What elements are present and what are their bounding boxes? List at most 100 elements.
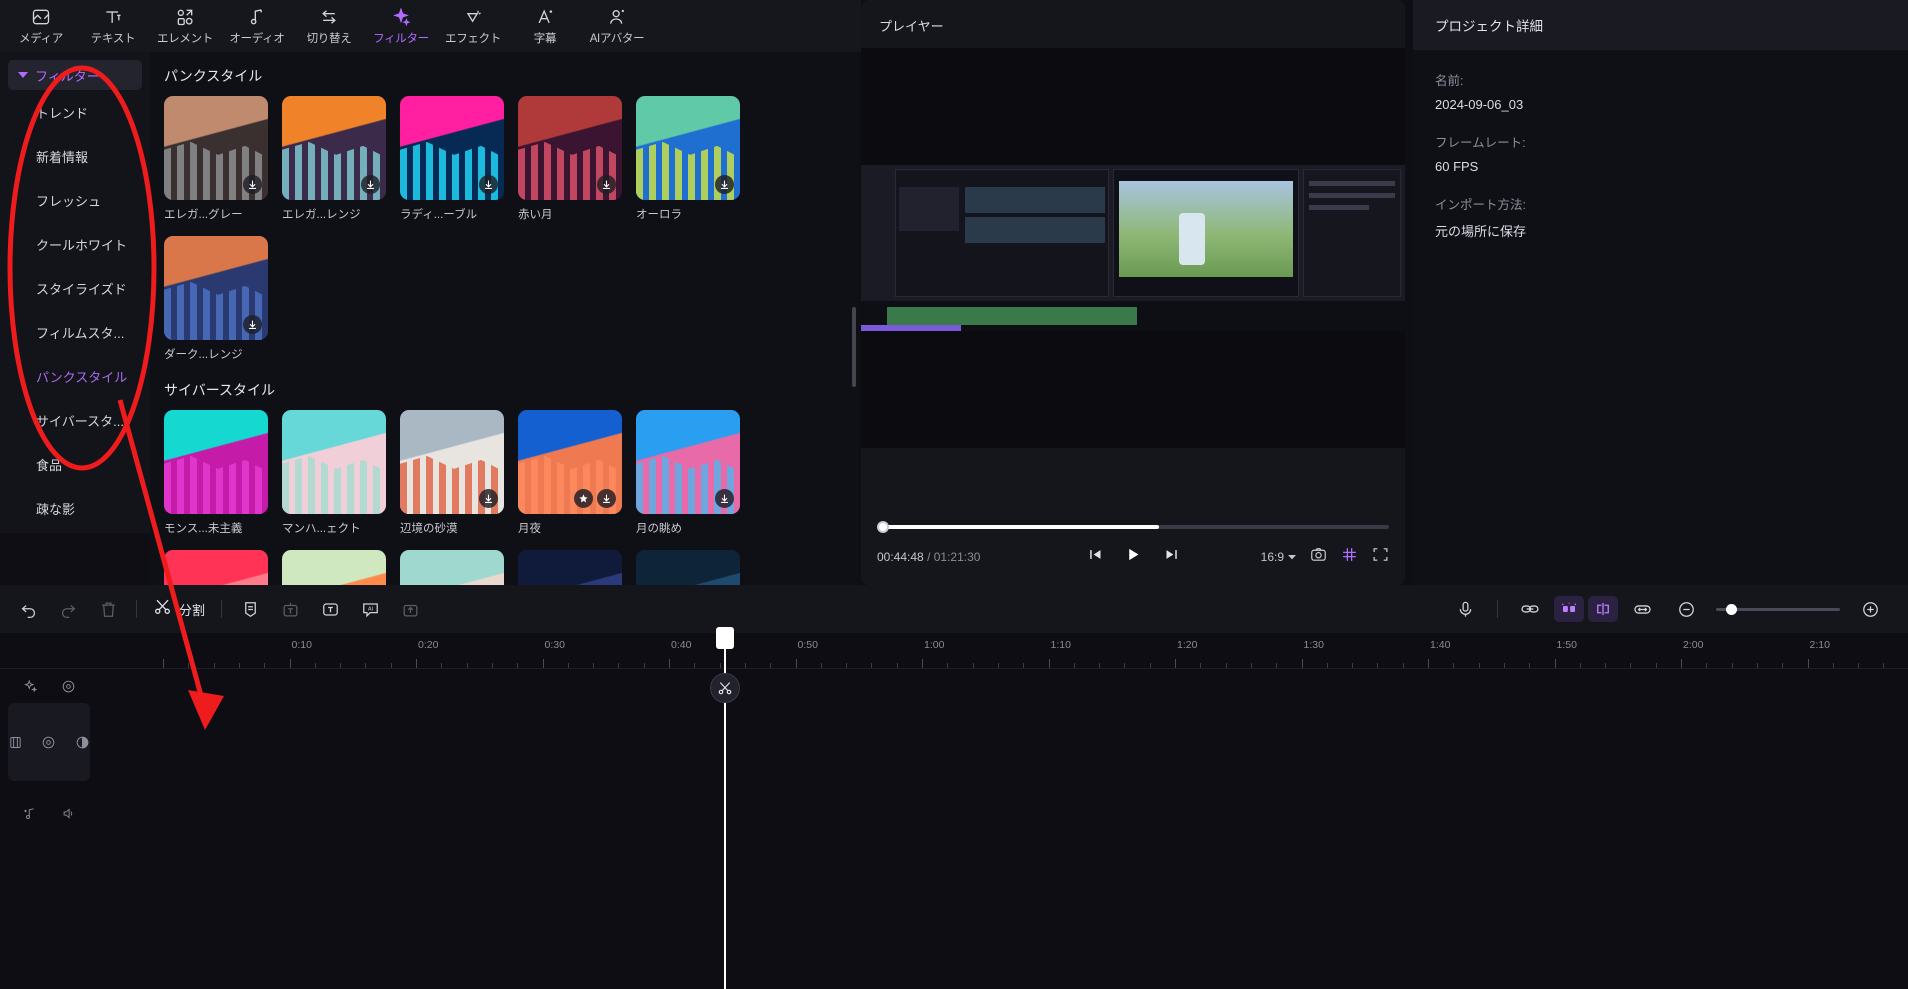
split-button[interactable]: 分割	[145, 597, 213, 621]
split-marker-icon[interactable]	[1588, 596, 1618, 622]
download-icon[interactable]	[597, 489, 616, 508]
filter-item[interactable]: 赤い月	[518, 96, 622, 222]
sidebar-item-stylized[interactable]: スタイライズド	[0, 266, 150, 310]
filter-thumbnail[interactable]	[164, 410, 268, 514]
sidebar-item-classic[interactable]: クラシック	[0, 530, 150, 533]
sidebar-header-filter[interactable]: フィルター	[8, 60, 142, 90]
tab-ai-avatar[interactable]: AIアバター	[582, 1, 652, 51]
download-icon[interactable]	[361, 175, 380, 194]
sidebar-item-punk-style[interactable]: パンクスタイル	[0, 354, 150, 398]
sidebar-item-sparse-shadow[interactable]: 疎な影	[0, 486, 150, 530]
fit-timeline-icon[interactable]	[1622, 589, 1662, 629]
sidebar-item-fresh[interactable]: フレッシュ	[0, 178, 150, 222]
filter-thumbnail[interactable]	[400, 96, 504, 200]
add-text-icon[interactable]	[270, 589, 310, 629]
tab-audio[interactable]: オーディオ	[222, 1, 292, 51]
record-voiceover-icon[interactable]	[1445, 589, 1485, 629]
speaker-icon[interactable]	[59, 804, 77, 822]
favorite-icon[interactable]	[574, 489, 593, 508]
sidebar-item-new[interactable]: 新着情報	[0, 134, 150, 178]
filter-item[interactable]: 月夜	[518, 410, 622, 536]
auto-highlight-icon[interactable]	[1554, 596, 1584, 622]
filter-thumbnail[interactable]	[518, 96, 622, 200]
undo-icon[interactable]	[8, 589, 48, 629]
prev-frame-icon[interactable]	[1088, 547, 1103, 567]
download-icon[interactable]	[243, 175, 262, 194]
film-icon[interactable]	[8, 733, 23, 751]
filter-item[interactable]: ダーク...レンジ	[164, 236, 268, 362]
export-clip-icon[interactable]	[390, 589, 430, 629]
filter-item[interactable]	[636, 550, 740, 585]
playhead-handle[interactable]	[716, 627, 734, 649]
tab-caption[interactable]: 字幕	[510, 1, 580, 51]
tab-media[interactable]: メディア	[6, 1, 76, 51]
tab-effect[interactable]: エフェクト	[438, 1, 508, 51]
filter-item[interactable]: マンハ...ェクト	[282, 410, 386, 536]
tab-transition[interactable]: 切り替え	[294, 1, 364, 51]
zoom-slider[interactable]	[1716, 602, 1840, 616]
tab-filter[interactable]: フィルター	[366, 1, 436, 51]
player-seek-track[interactable]	[877, 521, 1389, 533]
filter-thumbnail[interactable]	[282, 96, 386, 200]
filter-item[interactable]: オーロラ	[636, 96, 740, 222]
filter-scrollbar[interactable]	[852, 307, 856, 387]
marker-icon[interactable]	[230, 589, 270, 629]
filter-item[interactable]: エレガ...グレー	[164, 96, 268, 222]
download-icon[interactable]	[479, 489, 498, 508]
download-icon[interactable]	[243, 315, 262, 334]
filter-item[interactable]	[518, 550, 622, 585]
filter-item[interactable]	[282, 550, 386, 585]
filter-thumbnail[interactable]	[636, 96, 740, 200]
filter-item[interactable]: 月の眺め	[636, 410, 740, 536]
zoom-slider-knob[interactable]	[1725, 603, 1737, 615]
zoom-out-icon[interactable]	[1666, 589, 1706, 629]
delete-icon[interactable]	[88, 589, 128, 629]
filter-thumbnail[interactable]	[400, 410, 504, 514]
filter-item[interactable]: 辺境の砂漠	[400, 410, 504, 536]
filter-thumbnail[interactable]	[282, 410, 386, 514]
ruler-label: 1:00	[924, 639, 945, 651]
sidebar-item-trend[interactable]: トレンド	[0, 90, 150, 134]
filter-thumbnail[interactable]	[400, 550, 504, 585]
tab-element[interactable]: エレメント	[150, 1, 220, 51]
filter-thumbnail[interactable]	[636, 550, 740, 585]
play-icon[interactable]	[1125, 546, 1142, 568]
filter-thumbnail[interactable]	[636, 410, 740, 514]
filter-thumbnail[interactable]	[164, 96, 268, 200]
lock-contrast-icon[interactable]	[75, 733, 90, 751]
ai-icon[interactable]: AI	[350, 589, 390, 629]
eye-icon[interactable]	[59, 677, 77, 695]
link-icon[interactable]	[1510, 589, 1550, 629]
sidebar-item-cyber-style[interactable]: サイバースタ...	[0, 398, 150, 442]
ai-avatar-icon	[607, 6, 627, 27]
sidebar-item-food[interactable]: 食品	[0, 442, 150, 486]
timeline-ruler[interactable]: 0:10 0:20 0:30 0:40 0:50 1:00 1:10 1:20 1:30 1:40…	[0, 633, 1908, 669]
download-icon[interactable]	[715, 175, 734, 194]
filter-item[interactable]: ラディ...ーブル	[400, 96, 504, 222]
zoom-in-icon[interactable]	[1850, 589, 1890, 629]
timeline-panel[interactable]: 0:10 0:20 0:30 0:40 0:50 1:00 1:10 1:20 1:30 1:40…	[0, 627, 1908, 989]
tab-text[interactable]: テキスト	[78, 1, 148, 51]
download-icon[interactable]	[597, 175, 616, 194]
eye-icon[interactable]	[41, 733, 56, 751]
filter-item[interactable]	[164, 550, 268, 585]
music-note-icon[interactable]	[21, 804, 39, 822]
filter-thumbnail[interactable]	[164, 236, 268, 340]
filter-thumbnail[interactable]	[518, 410, 622, 514]
text-box-icon[interactable]	[310, 589, 350, 629]
redo-icon[interactable]	[48, 589, 88, 629]
download-icon[interactable]	[479, 175, 498, 194]
player-seek-knob[interactable]	[877, 521, 889, 533]
filter-item[interactable]	[400, 550, 504, 585]
filter-item[interactable]: エレガ...レンジ	[282, 96, 386, 222]
sparkle-icon[interactable]	[21, 677, 39, 695]
sidebar-item-film-style[interactable]: フィルムスタ...	[0, 310, 150, 354]
sidebar-item-cool-white[interactable]: クールホワイト	[0, 222, 150, 266]
playhead-split-button[interactable]	[710, 673, 740, 703]
filter-thumbnail[interactable]	[282, 550, 386, 585]
filter-thumbnail[interactable]	[518, 550, 622, 585]
filter-item[interactable]: モンス...未主義	[164, 410, 268, 536]
next-frame-icon[interactable]	[1164, 547, 1179, 567]
download-icon[interactable]	[715, 489, 734, 508]
filter-thumbnail[interactable]	[164, 550, 268, 585]
